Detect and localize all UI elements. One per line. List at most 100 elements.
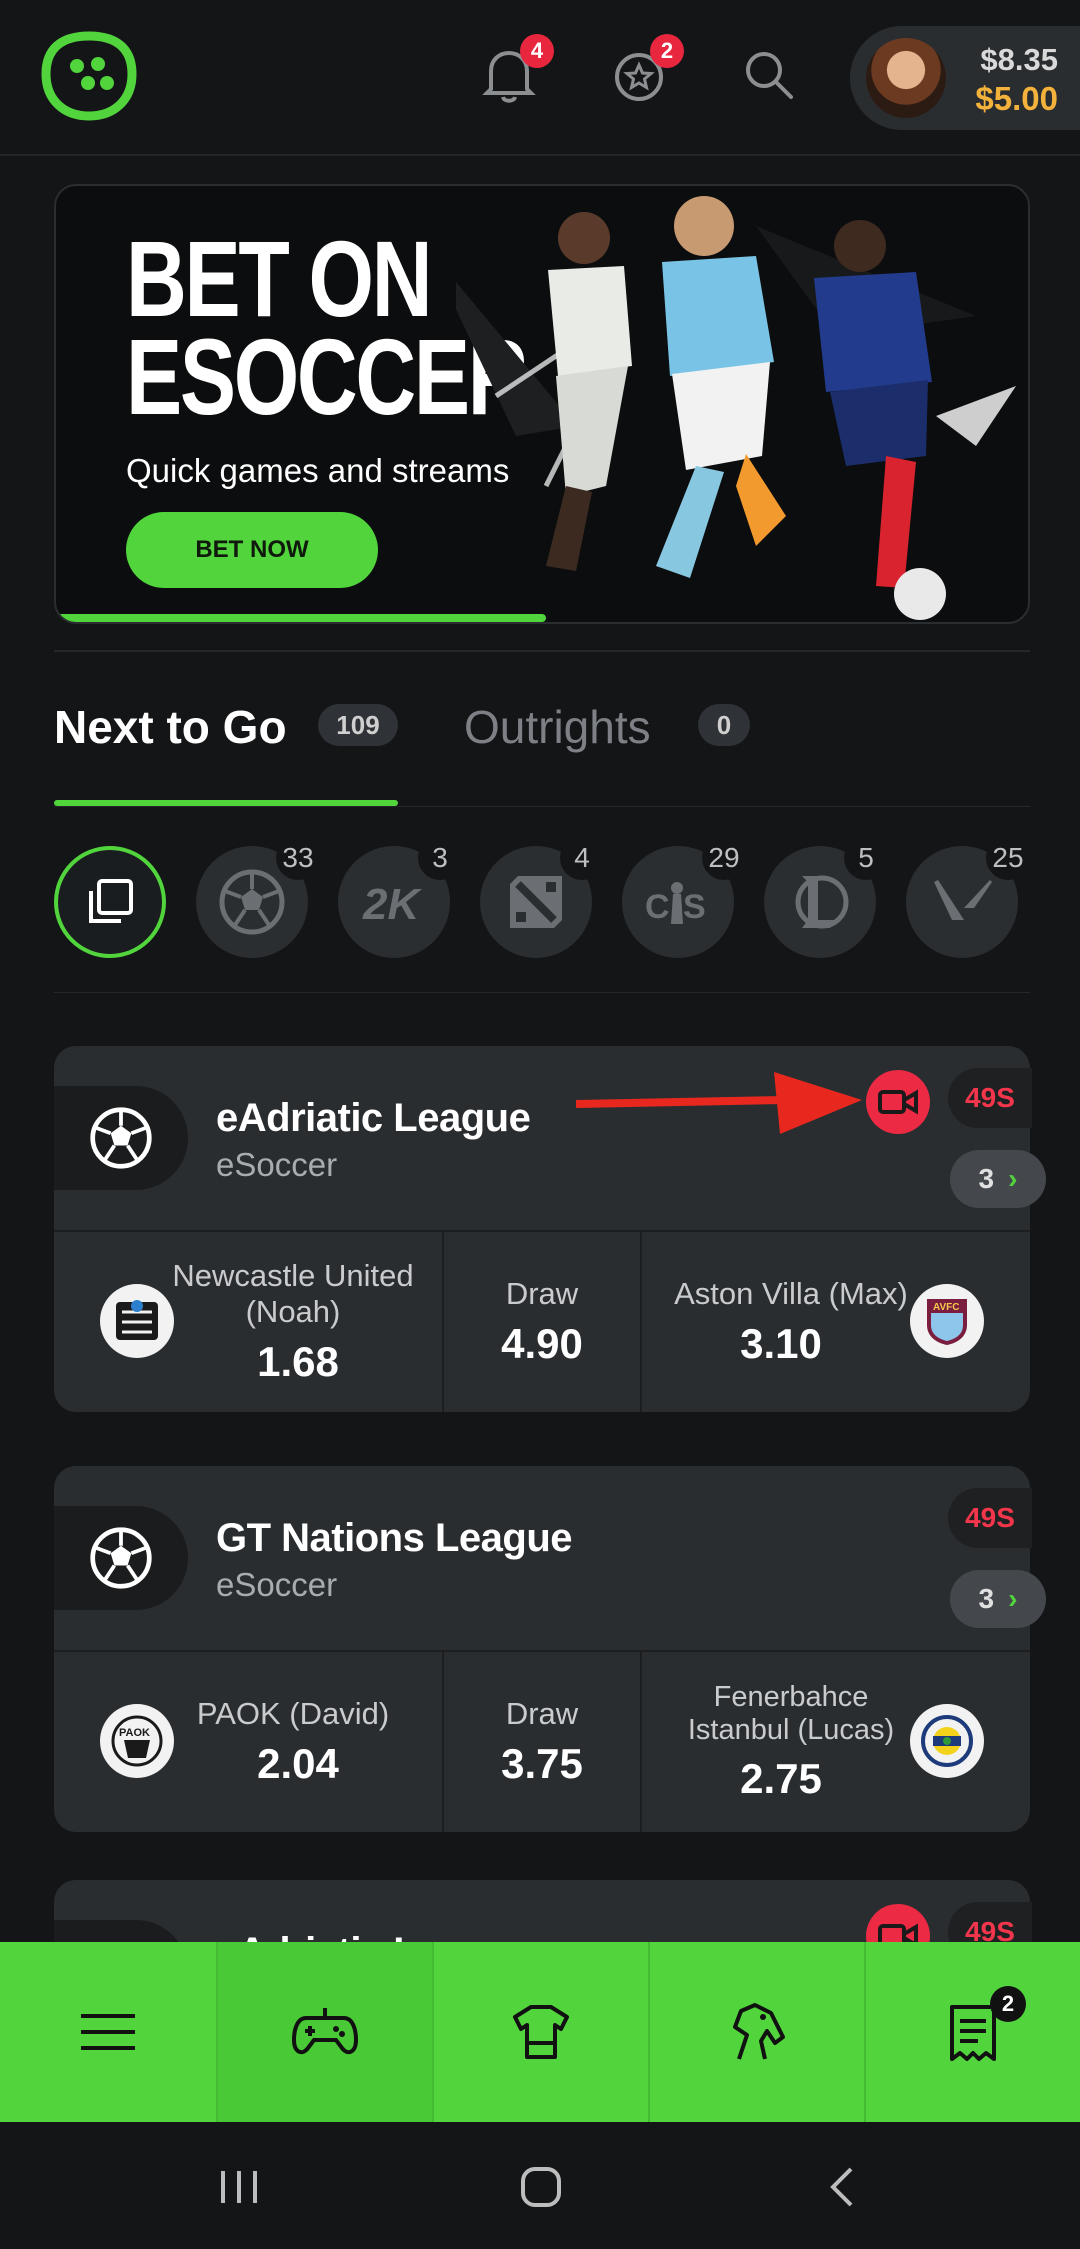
soccer-ball-icon bbox=[90, 1107, 152, 1169]
category-valorant[interactable]: 25 bbox=[906, 836, 1030, 958]
more-markets-count: 3 bbox=[978, 1583, 995, 1614]
sport-icon bbox=[54, 1506, 188, 1610]
home-odds-button[interactable]: PAOK PAOK (David) 2.04 bbox=[54, 1652, 442, 1832]
draw-label: Draw bbox=[505, 1696, 579, 1731]
chevron-right-icon: › bbox=[1008, 1583, 1018, 1614]
horse-icon bbox=[733, 2003, 785, 2060]
balance-primary: $8.35 bbox=[980, 42, 1058, 77]
category-count: 4 bbox=[560, 836, 604, 880]
favorites-badge: 2 bbox=[650, 34, 684, 68]
home-odds-value: 1.68 bbox=[257, 1338, 339, 1385]
divider bbox=[54, 992, 1030, 993]
league-name: eAdriatic League bbox=[216, 1096, 531, 1140]
wallet-balance[interactable]: $8.35 $5.00 bbox=[850, 26, 1080, 130]
category-counter-strike[interactable]: CS 29 bbox=[622, 836, 746, 958]
gamepad-icon bbox=[292, 2008, 358, 2055]
aston-villa-crest-icon: AVFC bbox=[910, 1284, 984, 1358]
countdown-timer: 49S bbox=[948, 1068, 1032, 1128]
menu-icon bbox=[81, 2014, 135, 2050]
match-card[interactable]: eAdriatic League eSoccer 49S 3 › Newcast… bbox=[54, 1046, 1046, 1412]
league-name: GT Nations League bbox=[216, 1516, 573, 1560]
category-all[interactable] bbox=[54, 846, 166, 958]
more-markets-button[interactable]: 3 › bbox=[950, 1570, 1046, 1628]
notifications-badge: 4 bbox=[520, 34, 554, 68]
category-count: 5 bbox=[844, 836, 888, 880]
category-count: 29 bbox=[702, 836, 746, 880]
tab-outrights-count: 0 bbox=[698, 704, 750, 746]
more-markets-count: 3 bbox=[978, 1163, 995, 1194]
bottom-nav: 2 bbox=[0, 1942, 1080, 2122]
bell-icon[interactable]: 4 bbox=[474, 34, 554, 110]
2k-icon: 2K bbox=[362, 880, 422, 927]
category-dota[interactable]: 4 bbox=[480, 836, 604, 958]
system-nav-bar bbox=[0, 2122, 1080, 2249]
category-esoccer[interactable]: 33 bbox=[196, 836, 320, 958]
nav-betslip[interactable]: 2 bbox=[864, 1942, 1080, 2122]
promo-banner[interactable]: BET ON ESOCCER Quick games and streams B… bbox=[54, 184, 1030, 624]
away-odds-button[interactable]: Aston Villa (Max) 3.10 AVFC bbox=[640, 1232, 1030, 1412]
tab-outrights[interactable]: Outrights bbox=[464, 700, 651, 754]
nav-racing[interactable] bbox=[648, 1942, 864, 2122]
odds-row: PAOK PAOK (David) 2.04 Draw 3.75 Fenerba… bbox=[54, 1652, 1030, 1832]
banner-progress-bar bbox=[56, 614, 546, 622]
category-count: 33 bbox=[276, 836, 320, 880]
draw-odds-button[interactable]: Draw 4.90 bbox=[442, 1232, 640, 1412]
category-league-of-legends[interactable]: 5 bbox=[764, 836, 888, 958]
star-badge-icon[interactable]: 2 bbox=[604, 34, 684, 110]
banner-players-image bbox=[456, 196, 1016, 620]
paok-crest-icon: PAOK bbox=[100, 1704, 174, 1778]
logo-icon[interactable] bbox=[40, 30, 138, 122]
countdown-timer: 49S bbox=[948, 1488, 1032, 1548]
sport-icon bbox=[54, 1086, 188, 1190]
live-stream-button[interactable] bbox=[866, 1070, 930, 1134]
away-odds-value: 3.10 bbox=[740, 1320, 822, 1367]
newcastle-crest-icon bbox=[100, 1284, 174, 1358]
banner-subtitle: Quick games and streams bbox=[126, 452, 510, 489]
draw-odds-value: 4.90 bbox=[501, 1320, 583, 1367]
balance-bonus: $5.00 bbox=[975, 80, 1058, 117]
svg-text:S: S bbox=[683, 888, 706, 926]
home-odds-value: 2.04 bbox=[257, 1740, 339, 1787]
away-odds-value: 2.75 bbox=[740, 1755, 822, 1802]
top-bar: 4 2 $8.35 $5.00 bbox=[0, 0, 1080, 156]
chevron-right-icon: › bbox=[1008, 1163, 1018, 1194]
dota-icon bbox=[510, 876, 562, 928]
fenerbahce-crest-icon bbox=[910, 1704, 984, 1778]
home-odds-button[interactable]: Newcastle United (Noah) 1.68 bbox=[54, 1232, 442, 1412]
avatar[interactable] bbox=[866, 38, 946, 118]
match-card[interactable]: GT Nations League eSoccer 49S 3 › PAOK P… bbox=[54, 1466, 1046, 1832]
category-count: 25 bbox=[986, 836, 1030, 880]
annotation-arrow-icon bbox=[575, 1072, 862, 1134]
odds-row: Newcastle United (Noah) 1.68 Draw 4.90 A… bbox=[54, 1232, 1030, 1412]
nav-sports[interactable] bbox=[432, 1942, 648, 2122]
draw-label: Draw bbox=[505, 1276, 579, 1311]
svg-text:AVFC: AVFC bbox=[933, 1302, 959, 1313]
svg-text:C: C bbox=[645, 888, 670, 926]
draw-odds-button[interactable]: Draw 3.75 bbox=[442, 1652, 640, 1832]
counter-strike-icon: CS bbox=[645, 882, 706, 926]
nav-esports[interactable] bbox=[216, 1942, 432, 2122]
jersey-icon bbox=[513, 2005, 569, 2059]
nav-menu[interactable] bbox=[0, 1942, 216, 2122]
video-camera-icon bbox=[878, 1089, 918, 1115]
back-icon[interactable] bbox=[808, 2152, 878, 2222]
home-icon[interactable] bbox=[506, 2152, 576, 2222]
bet-now-button[interactable]: BET NOW bbox=[126, 512, 378, 588]
recent-apps-icon[interactable] bbox=[204, 2152, 274, 2222]
valorant-icon bbox=[934, 880, 992, 920]
tab-next-to-go[interactable]: Next to Go bbox=[54, 700, 287, 754]
category-2k[interactable]: 2K 3 bbox=[338, 836, 462, 958]
search-icon[interactable] bbox=[734, 40, 804, 110]
soccer-ball-icon bbox=[219, 869, 285, 935]
league-of-legends-icon bbox=[795, 875, 849, 929]
sport-name: eSoccer bbox=[216, 1566, 338, 1603]
more-markets-button[interactable]: 3 › bbox=[950, 1150, 1046, 1208]
away-odds-button[interactable]: Fenerbahce Istanbul (Lucas) 2.75 bbox=[640, 1652, 1030, 1832]
sport-name: eSoccer bbox=[216, 1146, 338, 1183]
svg-text:PAOK: PAOK bbox=[119, 1727, 150, 1739]
betslip-count-badge: 2 bbox=[990, 1986, 1026, 2022]
divider bbox=[54, 650, 1030, 652]
svg-text:2K: 2K bbox=[362, 880, 422, 927]
category-count: 3 bbox=[418, 836, 462, 880]
draw-odds-value: 3.75 bbox=[501, 1740, 583, 1787]
